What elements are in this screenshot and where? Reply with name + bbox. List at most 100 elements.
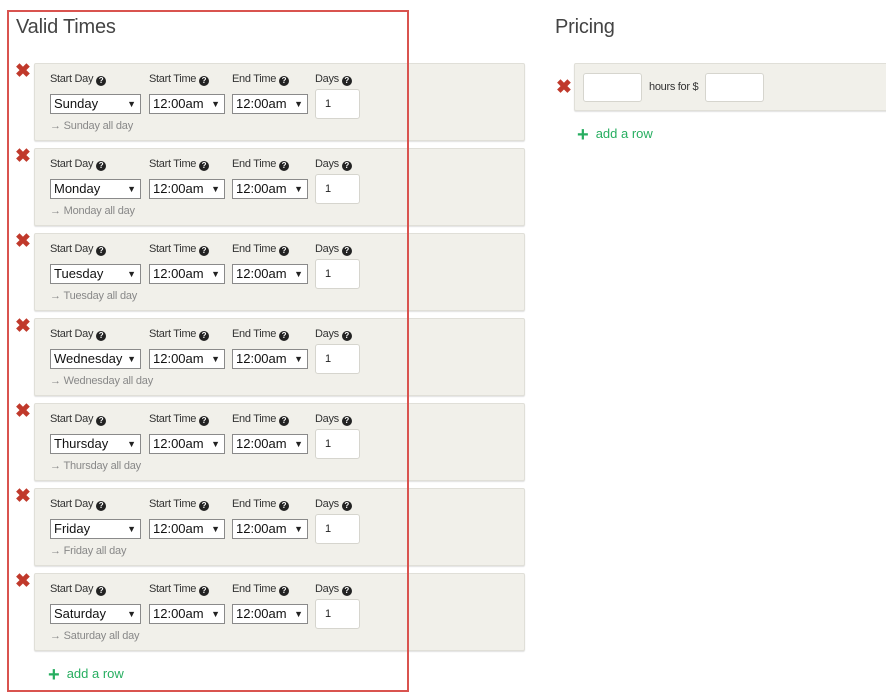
dropdown-caret-icon: ▼ bbox=[211, 524, 220, 534]
help-icon[interactable]: ? bbox=[96, 501, 107, 511]
days-input[interactable]: 1 bbox=[315, 514, 360, 544]
help-icon[interactable]: ? bbox=[199, 586, 210, 596]
dropdown-caret-icon: ▼ bbox=[211, 269, 220, 279]
help-icon[interactable]: ? bbox=[199, 161, 210, 171]
pricing-title: Pricing bbox=[555, 16, 615, 38]
help-icon[interactable]: ? bbox=[279, 586, 290, 596]
help-icon[interactable]: ? bbox=[96, 331, 107, 341]
help-icon[interactable]: ? bbox=[199, 76, 210, 86]
end-time-select[interactable]: 12:00am ▼ bbox=[232, 349, 308, 369]
row-summary: → Thursday all day bbox=[50, 460, 141, 472]
end-time-label: End Time? bbox=[232, 328, 290, 341]
end-time-value: 12:00am bbox=[236, 436, 287, 451]
help-icon[interactable]: ? bbox=[279, 76, 290, 86]
dropdown-caret-icon: ▼ bbox=[294, 269, 303, 279]
help-icon[interactable]: ? bbox=[96, 416, 107, 426]
help-icon[interactable]: ? bbox=[279, 246, 290, 256]
end-time-value: 12:00am bbox=[236, 606, 287, 621]
days-input[interactable]: 1 bbox=[315, 174, 360, 204]
price-input[interactable] bbox=[705, 73, 764, 102]
start-time-select[interactable]: 12:00am ▼ bbox=[149, 519, 225, 539]
pricing-row: ✖ hours for $ bbox=[555, 63, 886, 111]
pricing-card: hours for $ bbox=[574, 63, 886, 111]
help-icon[interactable]: ? bbox=[341, 246, 352, 256]
end-time-label: End Time? bbox=[232, 583, 290, 596]
help-icon[interactable]: ? bbox=[199, 501, 210, 511]
help-icon[interactable]: ? bbox=[199, 331, 210, 341]
start-time-select[interactable]: 12:00am ▼ bbox=[149, 264, 225, 284]
start-day-select[interactable]: Saturday ▼ bbox=[50, 604, 141, 624]
remove-row-icon[interactable]: ✖ bbox=[14, 572, 32, 591]
help-icon[interactable]: ? bbox=[279, 416, 290, 426]
help-icon[interactable]: ? bbox=[199, 246, 210, 256]
help-icon[interactable]: ? bbox=[96, 161, 107, 171]
remove-row-icon[interactable]: ✖ bbox=[14, 317, 32, 336]
days-input[interactable]: 1 bbox=[315, 89, 360, 119]
row-summary: → Wednesday all day bbox=[50, 375, 153, 387]
days-input[interactable]: 1 bbox=[315, 344, 360, 374]
start-day-select[interactable]: Sunday ▼ bbox=[50, 94, 141, 114]
end-time-select[interactable]: 12:00am ▼ bbox=[232, 604, 308, 624]
remove-row-icon[interactable]: ✖ bbox=[14, 62, 32, 81]
start-day-select[interactable]: Tuesday ▼ bbox=[50, 264, 141, 284]
help-icon[interactable]: ? bbox=[279, 501, 290, 511]
days-label: Days? bbox=[315, 73, 352, 86]
end-time-select[interactable]: 12:00am ▼ bbox=[232, 264, 308, 284]
start-time-select[interactable]: 12:00am ▼ bbox=[149, 179, 225, 199]
end-time-select[interactable]: 12:00am ▼ bbox=[232, 179, 308, 199]
remove-row-icon[interactable]: ✖ bbox=[14, 232, 32, 251]
dropdown-caret-icon: ▼ bbox=[294, 354, 303, 364]
end-time-label: End Time? bbox=[232, 498, 290, 511]
start-time-select[interactable]: 12:00am ▼ bbox=[149, 604, 225, 624]
help-icon[interactable]: ? bbox=[96, 246, 107, 256]
help-icon[interactable]: ? bbox=[341, 76, 352, 86]
remove-row-icon[interactable]: ✖ bbox=[14, 487, 32, 506]
end-time-select[interactable]: 12:00am ▼ bbox=[232, 94, 308, 114]
plus-icon: + bbox=[577, 124, 589, 146]
valid-time-card: Start Day? Start Time? End Time? Days? Thurs… bbox=[34, 403, 525, 481]
help-icon[interactable]: ? bbox=[96, 586, 107, 596]
start-day-select[interactable]: Friday ▼ bbox=[50, 519, 141, 539]
help-icon[interactable]: ? bbox=[341, 161, 352, 171]
dropdown-caret-icon: ▼ bbox=[127, 524, 136, 534]
start-day-label: Start Day? bbox=[50, 413, 107, 426]
help-icon[interactable]: ? bbox=[341, 331, 352, 341]
help-icon[interactable]: ? bbox=[341, 586, 352, 596]
end-time-select[interactable]: 12:00am ▼ bbox=[232, 434, 308, 454]
start-time-select[interactable]: 12:00am ▼ bbox=[149, 349, 225, 369]
dropdown-caret-icon: ▼ bbox=[294, 184, 303, 194]
remove-pricing-row-icon[interactable]: ✖ bbox=[555, 78, 573, 97]
dropdown-caret-icon: ▼ bbox=[127, 184, 136, 194]
end-time-value: 12:00am bbox=[236, 96, 287, 111]
help-icon[interactable]: ? bbox=[199, 416, 210, 426]
add-valid-time-row-button[interactable]: + add a row bbox=[48, 665, 124, 685]
help-icon[interactable]: ? bbox=[341, 501, 352, 511]
start-day-value: Monday bbox=[54, 181, 101, 196]
dropdown-caret-icon: ▼ bbox=[294, 609, 303, 619]
days-input[interactable]: 1 bbox=[315, 259, 360, 289]
add-row-label: add a row bbox=[66, 666, 124, 681]
valid-time-card: Start Day? Start Time? End Time? Days? Frida… bbox=[34, 488, 525, 566]
help-icon[interactable]: ? bbox=[279, 161, 290, 171]
start-day-select[interactable]: Wednesday ▼ bbox=[50, 349, 141, 369]
start-time-select[interactable]: 12:00am ▼ bbox=[149, 94, 225, 114]
help-icon[interactable]: ? bbox=[279, 331, 290, 341]
remove-row-icon[interactable]: ✖ bbox=[14, 402, 32, 421]
add-pricing-row-button[interactable]: + add a row bbox=[577, 124, 653, 146]
days-input[interactable]: 1 bbox=[315, 599, 360, 629]
hours-input[interactable] bbox=[583, 73, 642, 102]
start-time-label: Start Time? bbox=[149, 498, 210, 511]
valid-time-row: ✖ Start Day? Start Time? End Time? Days? Frid… bbox=[14, 487, 526, 566]
days-input[interactable]: 1 bbox=[315, 429, 360, 459]
days-label: Days? bbox=[315, 328, 352, 341]
dropdown-caret-icon: ▼ bbox=[294, 99, 303, 109]
start-time-select[interactable]: 12:00am ▼ bbox=[149, 434, 225, 454]
end-time-select[interactable]: 12:00am ▼ bbox=[232, 519, 308, 539]
remove-row-icon[interactable]: ✖ bbox=[14, 147, 32, 166]
start-day-select[interactable]: Monday ▼ bbox=[50, 179, 141, 199]
help-icon[interactable]: ? bbox=[341, 416, 352, 426]
valid-time-row: ✖ Start Day? Start Time? End Time? Days? Mond… bbox=[14, 147, 526, 226]
help-icon[interactable]: ? bbox=[96, 76, 107, 86]
start-day-select[interactable]: Thursday ▼ bbox=[50, 434, 141, 454]
row-summary: → Sunday all day bbox=[50, 120, 134, 132]
